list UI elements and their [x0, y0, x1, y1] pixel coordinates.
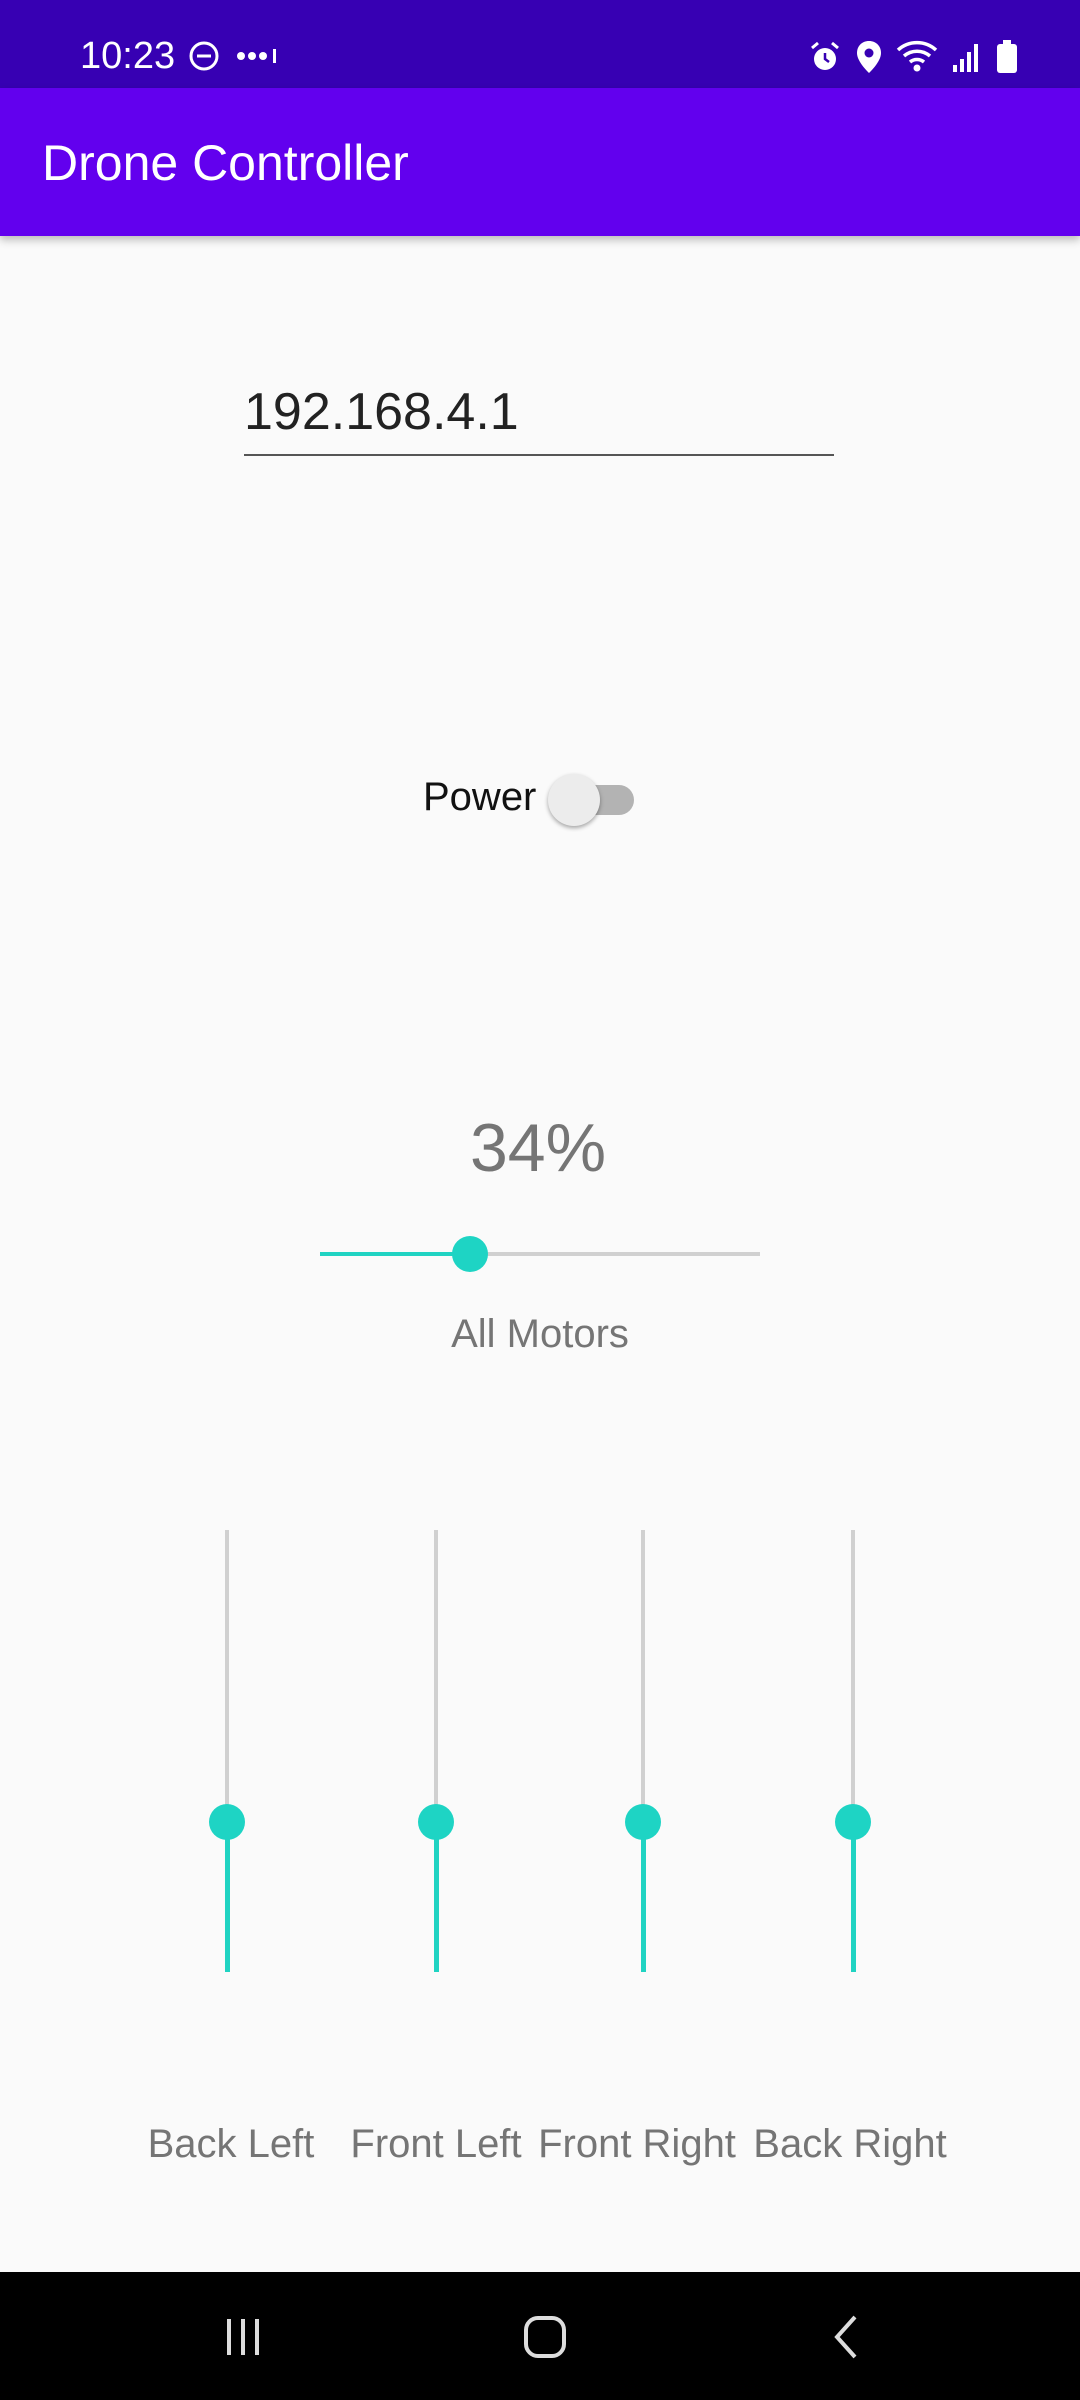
ip-address-input[interactable]	[244, 370, 834, 454]
app-title: Drone Controller	[42, 135, 409, 191]
more-notifications-icon	[237, 49, 276, 63]
home-button[interactable]	[500, 2302, 590, 2372]
front-left-slider-thumb[interactable]	[418, 1803, 454, 1840]
front-right-slider-fill	[641, 1821, 646, 1972]
front-left-label: Front Left	[350, 2122, 522, 2166]
back-left-slider[interactable]	[205, 1530, 249, 1972]
ip-field-underline	[244, 454, 834, 456]
navigation-bar	[0, 2272, 1080, 2400]
alarm-icon	[811, 41, 839, 70]
front-left-slider-fill	[434, 1821, 439, 1972]
power-row: Power	[420, 766, 640, 826]
recent-apps-icon	[227, 2319, 259, 2355]
power-label: Power	[423, 775, 537, 819]
all-motors-slider-thumb[interactable]	[451, 1236, 488, 1272]
power-switch-thumb[interactable]	[548, 774, 600, 826]
back-right-slider[interactable]	[831, 1530, 875, 1972]
back-right-slider-thumb[interactable]	[835, 1803, 871, 1840]
status-time: 10:23	[80, 35, 176, 77]
back-left-slider-fill	[225, 1821, 230, 1972]
front-left-slider[interactable]	[414, 1530, 458, 1972]
all-motors-label: All Motors	[451, 1312, 629, 1356]
all-motors-slider[interactable]	[320, 1232, 760, 1276]
power-switch[interactable]	[548, 774, 648, 826]
location-icon	[857, 41, 881, 73]
signal-icon	[953, 44, 978, 72]
all-motors-slider-fill	[320, 1252, 470, 1256]
back-button[interactable]	[802, 2302, 892, 2372]
home-icon	[524, 2316, 566, 2358]
status-bar: 10:23	[0, 0, 1080, 88]
front-right-label: Front Right	[538, 2122, 736, 2166]
recent-apps-button[interactable]	[198, 2302, 288, 2372]
wifi-icon	[896, 40, 938, 72]
ip-address-field[interactable]	[244, 370, 834, 456]
front-right-slider-thumb[interactable]	[625, 1803, 661, 1840]
all-motors-percent: 34%	[469, 1110, 607, 1186]
battery-icon	[997, 40, 1017, 73]
back-right-label: Back Right	[753, 2122, 947, 2166]
app-bar: Drone Controller	[0, 88, 1080, 236]
back-icon	[834, 2315, 857, 2359]
back-right-slider-fill	[851, 1821, 856, 1972]
back-left-slider-thumb[interactable]	[209, 1803, 245, 1840]
do-not-disturb-icon	[189, 41, 219, 71]
back-left-label: Back Left	[147, 2122, 315, 2166]
front-right-slider[interactable]	[621, 1530, 665, 1972]
